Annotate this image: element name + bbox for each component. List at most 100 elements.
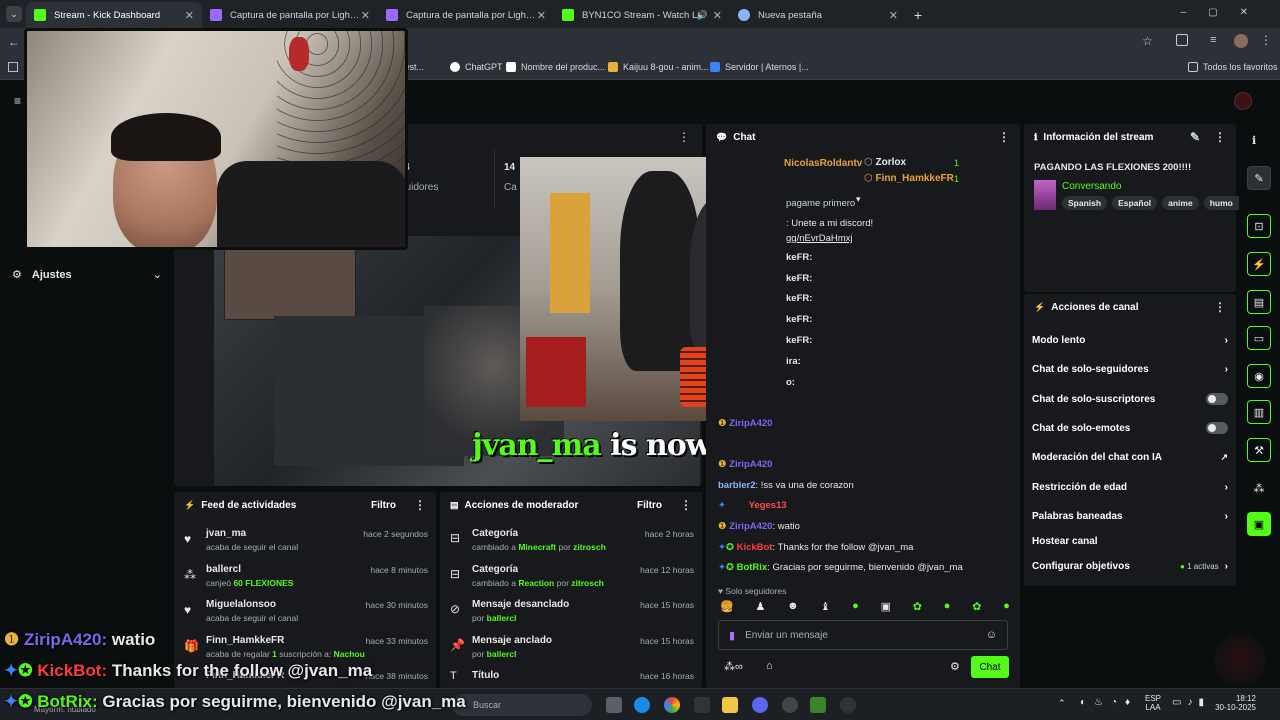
category-thumbnail[interactable] bbox=[1034, 180, 1056, 210]
chevron-up-icon[interactable]: ⌃ bbox=[1058, 698, 1066, 709]
top-gifter[interactable]: ⬡ Finn_HamkkeFR bbox=[864, 173, 954, 184]
language-indicator[interactable]: ESP LAA bbox=[1145, 694, 1161, 712]
chat-input[interactable]: ▮ Enviar un mensaje ☺ bbox=[718, 620, 1008, 650]
activity-user[interactable]: jvan_ma bbox=[206, 528, 246, 539]
emotes-only-toggle[interactable] bbox=[1206, 422, 1228, 434]
emote-icon[interactable]: ✿ bbox=[913, 600, 922, 616]
emote-icon[interactable]: 🍔 bbox=[720, 600, 734, 616]
kebab-icon[interactable]: ⋮ bbox=[680, 499, 692, 511]
emote-icon[interactable]: ● bbox=[852, 600, 859, 616]
emote-icon[interactable]: ✿ bbox=[972, 600, 981, 616]
window-controls[interactable]: –▢✕ bbox=[1181, 7, 1270, 18]
notes-rail-button[interactable]: ▤ bbox=[1247, 290, 1271, 314]
emote-icon[interactable]: ● bbox=[944, 600, 951, 616]
gift-target[interactable]: Nachou bbox=[334, 649, 365, 659]
stream-category[interactable]: Conversando bbox=[1062, 181, 1121, 192]
gear-icon[interactable]: ⚙ bbox=[950, 660, 960, 673]
bookmark-item[interactable]: Nombre del produc... bbox=[506, 62, 605, 72]
mod-action-user[interactable]: zitrosch bbox=[573, 542, 606, 552]
close-icon[interactable]: ✕ bbox=[361, 9, 370, 22]
points-rail-button[interactable]: ⁂ bbox=[1247, 476, 1271, 500]
emote-icon[interactable]: ● bbox=[1003, 600, 1010, 616]
mod-action-user[interactable]: ballercl bbox=[487, 649, 517, 659]
edit-rail-button[interactable]: ✎ bbox=[1247, 166, 1271, 190]
chat-send-button[interactable]: Chat bbox=[971, 656, 1009, 678]
minecraft-icon[interactable] bbox=[810, 697, 826, 713]
collapse-icon[interactable]: ▾ bbox=[856, 194, 861, 205]
browser-tab[interactable]: Captura de pantalla por Lightsh ✕ bbox=[202, 2, 378, 28]
chat-username[interactable]: ZiripA420 bbox=[729, 521, 772, 532]
store-icon[interactable]: ⌂ bbox=[766, 660, 773, 672]
kebab-icon[interactable]: ⋮ bbox=[1214, 301, 1226, 313]
app-rail-button[interactable]: ▣ bbox=[1247, 512, 1271, 536]
chat-username[interactable]: KickBot bbox=[737, 542, 773, 553]
chat-username[interactable]: ZiripA420 bbox=[729, 418, 772, 429]
close-icon[interactable]: ✕ bbox=[713, 9, 722, 22]
tab-list-button[interactable]: ⌄ bbox=[6, 6, 22, 22]
media-player-icon[interactable] bbox=[840, 697, 856, 713]
back-icon[interactable]: ← bbox=[8, 35, 20, 49]
microphone-icon[interactable]: ▮ bbox=[729, 629, 735, 642]
bookmark-item[interactable]: Kaijuu 8-gou - anim... bbox=[608, 62, 709, 72]
action-ai-moderation[interactable]: Moderación del chat con IA ↗ bbox=[1024, 443, 1236, 471]
all-bookmarks[interactable]: Todos los favoritos bbox=[1188, 62, 1278, 72]
browser-tab[interactable]: Captura de pantalla por Lightsh ✕ bbox=[378, 2, 554, 28]
epic-games-icon[interactable] bbox=[694, 697, 710, 713]
chat-rail-button[interactable]: ▭ bbox=[1247, 326, 1271, 350]
action-age-restriction[interactable]: Restricción de edad › bbox=[1024, 473, 1236, 501]
apps-icon[interactable] bbox=[8, 62, 18, 72]
avatar[interactable] bbox=[1234, 34, 1248, 48]
emoji-icon[interactable]: ☺ bbox=[986, 629, 997, 641]
emote-icon[interactable]: ♝ bbox=[821, 600, 831, 616]
task-view-icon[interactable] bbox=[606, 697, 622, 713]
mod-rail-button[interactable]: ▥ bbox=[1247, 400, 1271, 424]
top-gifter-name[interactable]: NicolasRoldantv bbox=[784, 158, 862, 169]
chat-link[interactable]: gg/nEvrDaHmxj bbox=[786, 233, 853, 244]
tray-icons[interactable]: ◐♨◔♦ bbox=[1080, 697, 1138, 708]
subscribers-only-toggle[interactable] bbox=[1206, 393, 1228, 405]
menu-icon[interactable]: ⋮ bbox=[1260, 33, 1272, 47]
tag-chip[interactable]: Español bbox=[1112, 196, 1158, 210]
edit-icon[interactable]: ✎ bbox=[1190, 131, 1200, 143]
action-banned-words[interactable]: Palabras baneadas › bbox=[1024, 502, 1236, 530]
kebab-icon[interactable]: ⋮ bbox=[1214, 131, 1226, 143]
action-slow-mode[interactable]: Modo lento › bbox=[1024, 326, 1236, 354]
chat-username[interactable]: BotRix bbox=[737, 562, 768, 573]
speaker-icon[interactable]: 🔊 bbox=[697, 10, 708, 21]
broadcast-rail-button[interactable]: ◉ bbox=[1247, 364, 1271, 388]
browser-tab[interactable]: Stream - Kick Dashboard ✕ bbox=[26, 2, 202, 28]
bookmark-item[interactable]: Servidor | Aternos |... bbox=[710, 62, 809, 72]
new-tab-button[interactable]: + bbox=[906, 2, 930, 28]
action-host-channel[interactable]: Hostear canal bbox=[1024, 527, 1236, 555]
hamburger-icon[interactable]: ≡ bbox=[14, 94, 21, 108]
discord-icon[interactable] bbox=[752, 697, 768, 713]
top-gifter[interactable]: ⬡ Zorlox bbox=[864, 157, 906, 168]
activity-user[interactable]: ballercl bbox=[206, 564, 241, 575]
emote-icon[interactable]: ♟ bbox=[755, 600, 765, 616]
info-icon[interactable]: ℹ bbox=[1252, 134, 1256, 147]
bolt-rail-button[interactable]: ⚡ bbox=[1247, 252, 1271, 276]
user-avatar[interactable] bbox=[1234, 92, 1252, 110]
reading-list-icon[interactable]: ≡ bbox=[1210, 34, 1216, 46]
sidebar-item-settings[interactable]: ⚙ Ajustes ⌄ bbox=[12, 268, 162, 282]
points-icon[interactable]: ⁂∞ bbox=[724, 660, 743, 673]
close-icon[interactable]: ✕ bbox=[537, 9, 546, 22]
tag-chip[interactable]: humo bbox=[1203, 196, 1239, 210]
tag-chip[interactable]: anime bbox=[1162, 196, 1199, 210]
wrench-rail-button[interactable]: ⚒ bbox=[1247, 438, 1271, 462]
kebab-icon[interactable]: ⋮ bbox=[998, 131, 1010, 143]
browser-tab[interactable]: Nueva pestaña ✕ bbox=[730, 2, 906, 28]
filter-button[interactable]: Filtro bbox=[637, 500, 662, 511]
action-followers-only[interactable]: Chat de solo-seguidores › bbox=[1024, 355, 1236, 383]
emote-icon[interactable]: ☻ bbox=[787, 600, 799, 616]
kebab-icon[interactable]: ⋮ bbox=[678, 130, 690, 144]
filter-button[interactable]: Filtro bbox=[371, 500, 396, 511]
chrome-icon[interactable] bbox=[664, 697, 680, 713]
file-explorer-icon[interactable] bbox=[722, 697, 738, 713]
chat-username[interactable]: ZiripA420 bbox=[729, 459, 772, 470]
obs-icon[interactable] bbox=[782, 697, 798, 713]
taskbar-search[interactable]: ⌕ Buscar bbox=[452, 694, 592, 716]
tag-chip[interactable]: Spanish bbox=[1062, 196, 1108, 210]
emote-icon[interactable]: ▣ bbox=[881, 600, 891, 616]
mod-action-user[interactable]: ballercl bbox=[487, 613, 517, 623]
